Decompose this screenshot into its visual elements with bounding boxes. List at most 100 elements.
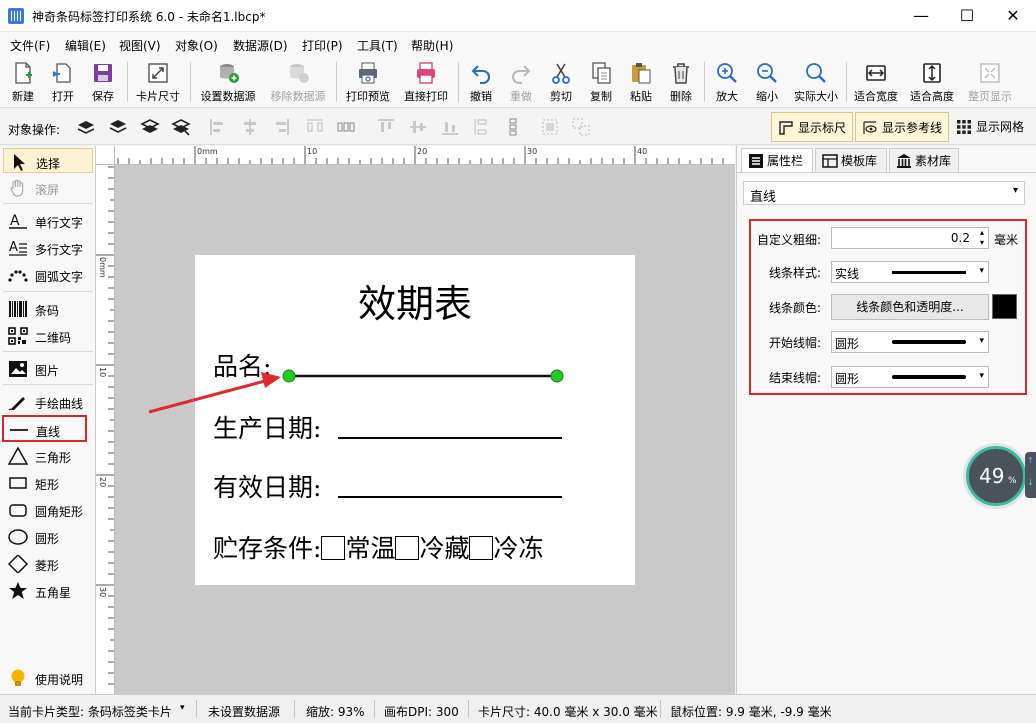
actual-size-button[interactable]: 实际大小 — [790, 59, 842, 105]
tool-image[interactable]: 图片 — [3, 356, 93, 381]
menu-tools[interactable]: 工具(T) — [357, 37, 398, 54]
production-date-line[interactable] — [338, 437, 562, 439]
show-grid-toggle[interactable]: 显示网格 — [950, 112, 1034, 142]
design-canvas[interactable]: 效期表 品名: 生产日期: 有效日期: 贮存条件: 常温 冷藏 冷冻 — [115, 165, 735, 694]
menu-datasource[interactable]: 数据源(D) — [233, 37, 288, 54]
group-icon[interactable] — [540, 117, 560, 137]
tool-pan[interactable]: 滚屏 — [3, 175, 93, 200]
line-color-swatch[interactable] — [992, 294, 1017, 319]
zoom-out-button[interactable]: 缩小 — [750, 59, 784, 105]
zoom-in-button[interactable]: 放大 — [710, 59, 744, 105]
direct-print-button[interactable]: 直接打印 — [400, 59, 452, 105]
toolbar-separator — [190, 62, 191, 102]
option-refrigerated[interactable]: 冷藏 — [419, 534, 469, 563]
thickness-input[interactable]: 0.2 ▴ ▾ — [831, 227, 989, 249]
show-guides-toggle[interactable]: 显示参考线 — [855, 112, 949, 142]
bring-forward-icon[interactable] — [108, 117, 128, 137]
tool-rect[interactable]: 矩形 — [3, 470, 93, 495]
option-room-temp[interactable]: 常温 — [345, 534, 395, 563]
object-type-select[interactable]: 直线 ▾ — [743, 181, 1025, 205]
save-button[interactable]: 保存 — [86, 59, 120, 105]
full-page-button[interactable]: 整页显示 — [962, 59, 1018, 105]
send-to-back-icon[interactable] — [171, 117, 191, 137]
minimize-button[interactable]: — — [898, 0, 944, 32]
tab-templates[interactable]: 模板库 — [815, 148, 887, 172]
performance-gauge[interactable]: 49 % — [966, 446, 1026, 506]
tool-ellipse[interactable]: 圆形 — [3, 524, 93, 549]
fit-width-button[interactable]: 适合宽度 — [850, 59, 902, 105]
open-button[interactable]: 打开 — [46, 59, 80, 105]
help-guide[interactable]: 使用说明 — [3, 665, 93, 690]
cut-button[interactable]: 剪切 — [544, 59, 578, 105]
close-button[interactable]: ✕ — [990, 0, 1036, 32]
menu-edit[interactable]: 编辑(E) — [65, 37, 106, 54]
print-preview-button[interactable]: 打印预览 — [342, 59, 394, 105]
tool-freehand[interactable]: 手绘曲线 — [3, 389, 93, 414]
end-cap-select[interactable]: 圆形 ▾ — [831, 366, 989, 388]
space-vertical-icon[interactable] — [503, 117, 523, 137]
align-center-icon[interactable] — [240, 117, 260, 137]
tool-single-text[interactable]: A 单行文字 — [3, 208, 93, 233]
menu-file[interactable]: 文件(F) — [10, 37, 50, 54]
card-size-button[interactable]: 卡片尺寸 — [132, 59, 184, 105]
spin-arrows-icon[interactable]: ▴ ▾ — [980, 228, 984, 248]
distribute-horizontal-icon[interactable] — [305, 117, 325, 137]
line-color-button[interactable]: 线条颜色和透明度... — [831, 294, 989, 320]
menu-object[interactable]: 对象(O) — [175, 37, 218, 54]
checkbox-room-temp[interactable] — [321, 536, 346, 560]
align-top-icon[interactable] — [376, 117, 396, 137]
maximize-button[interactable]: ☐ — [944, 0, 990, 32]
card-title[interactable]: 效期表 — [195, 273, 635, 328]
undo-button[interactable]: 撤销 — [464, 59, 498, 105]
align-left-icon[interactable] — [208, 117, 228, 137]
side-speed-tab[interactable]: ↑ ↓ — [1025, 452, 1036, 498]
tool-qrcode[interactable]: 二维码 — [3, 323, 93, 348]
bring-to-front-icon[interactable] — [76, 117, 96, 137]
redo-button[interactable]: 重做 — [504, 59, 538, 105]
delete-button[interactable]: 删除 — [664, 59, 698, 105]
product-name-label[interactable]: 品名: — [213, 347, 271, 383]
expiry-date-label[interactable]: 有效日期: — [213, 468, 321, 504]
storage-conditions-label[interactable]: 贮存条件: — [213, 534, 321, 563]
menu-help[interactable]: 帮助(H) — [411, 37, 453, 54]
tool-star[interactable]: 五角星 — [3, 578, 93, 603]
menu-print[interactable]: 打印(P) — [302, 37, 343, 54]
tool-select[interactable]: 选择 — [3, 148, 93, 173]
expiry-date-line[interactable] — [338, 496, 562, 498]
status-card-type[interactable]: 当前卡片类型: 条码标签类卡片 — [8, 703, 172, 720]
remove-datasource-button[interactable]: 移除数据源 — [266, 59, 330, 105]
distribute-vertical-icon[interactable] — [472, 117, 492, 137]
align-middle-icon[interactable] — [408, 117, 428, 137]
help-guide-label: 使用说明 — [35, 673, 84, 687]
checkbox-refrigerated[interactable] — [395, 536, 420, 560]
ungroup-icon[interactable] — [571, 117, 591, 137]
tool-diamond[interactable]: 菱形 — [3, 551, 93, 576]
space-horizontal-icon[interactable] — [336, 117, 356, 137]
menu-view[interactable]: 视图(V) — [119, 37, 161, 54]
label-card[interactable]: 效期表 品名: 生产日期: 有效日期: 贮存条件: 常温 冷藏 冷冻 — [195, 255, 635, 585]
set-datasource-button[interactable]: 设置数据源 — [196, 59, 260, 105]
option-frozen[interactable]: 冷冻 — [493, 534, 543, 563]
new-button[interactable]: 新建 — [6, 59, 40, 105]
tool-barcode-label: 条码 — [35, 304, 60, 318]
tool-multi-text[interactable]: A 多行文字 — [3, 235, 93, 260]
tool-barcode[interactable]: 条码 — [3, 296, 93, 321]
send-backward-icon[interactable] — [140, 117, 160, 137]
tool-line[interactable]: 直线 — [2, 415, 87, 442]
show-ruler-toggle[interactable]: 显示标尺 — [771, 112, 853, 142]
production-date-label[interactable]: 生产日期: — [213, 409, 321, 445]
tab-assets[interactable]: 素材库 — [889, 148, 959, 172]
line-style-select[interactable]: 实线 ▾ — [831, 261, 989, 283]
tool-round-rect[interactable]: 圆角矩形 — [3, 497, 93, 522]
tab-properties[interactable]: 属性栏 — [741, 148, 813, 173]
paste-button[interactable]: 粘贴 — [624, 59, 658, 105]
tool-arc-text[interactable]: 圆弧文字 — [3, 262, 93, 287]
tool-triangle[interactable]: 三角形 — [3, 443, 93, 468]
chevron-down-icon[interactable]: ▾ — [180, 703, 185, 713]
copy-button[interactable]: 复制 — [584, 59, 618, 105]
fit-height-button[interactable]: 适合高度 — [906, 59, 958, 105]
align-right-icon[interactable] — [271, 117, 291, 137]
checkbox-frozen[interactable] — [469, 536, 494, 560]
start-cap-select[interactable]: 圆形 ▾ — [831, 331, 989, 353]
align-bottom-icon[interactable] — [440, 117, 460, 137]
